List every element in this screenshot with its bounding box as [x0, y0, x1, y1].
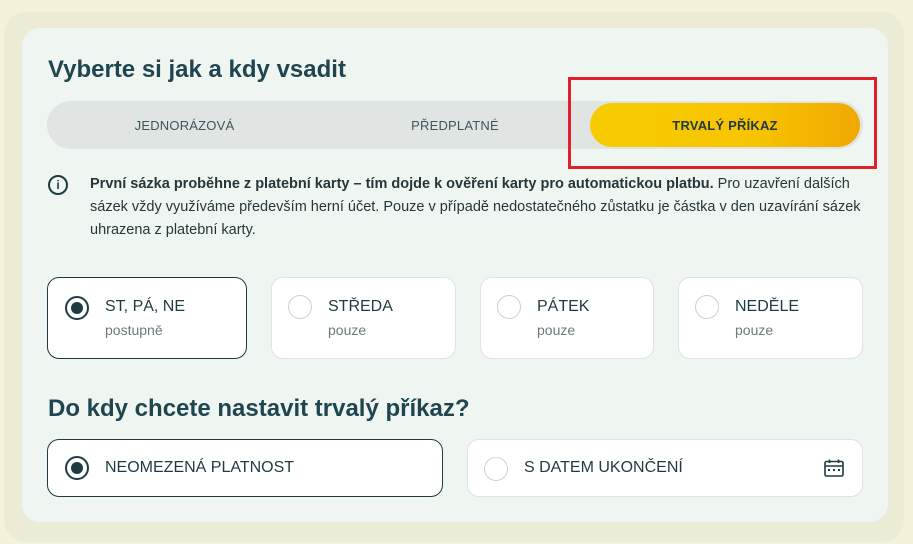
day-option-st-pa-ne[interactable]: ST, PÁ, NE postupně	[47, 277, 247, 359]
radio-unselected[interactable]	[695, 295, 719, 319]
tab-predplatne[interactable]: PŘEDPLATNÉ	[322, 101, 588, 149]
radio-unselected[interactable]	[484, 457, 508, 481]
validity-option-title: NEOMEZENÁ PLATNOST	[105, 459, 295, 476]
calendar-icon[interactable]	[824, 459, 844, 477]
day-option-nedele[interactable]: NEDĚLE pouze	[678, 277, 863, 359]
day-option-title: ST, PÁ, NE	[105, 298, 186, 315]
day-option-title: NEDĚLE	[735, 298, 800, 315]
highlight-box	[568, 77, 877, 169]
radio-selected[interactable]	[65, 456, 89, 480]
day-option-streda[interactable]: STŘEDA pouze	[271, 277, 456, 359]
page-title: Vyberte si jak a kdy vsadit	[48, 56, 346, 83]
info-icon: i	[48, 175, 68, 195]
day-option-sub: pouze	[328, 322, 367, 338]
day-option-title: STŘEDA	[328, 298, 393, 315]
day-option-patek[interactable]: PÁTEK pouze	[480, 277, 654, 359]
day-option-title: PÁTEK	[537, 298, 590, 315]
radio-unselected[interactable]	[288, 295, 312, 319]
validity-option-end-date[interactable]: S DATEM UKONČENÍ	[467, 439, 863, 497]
day-option-sub: pouze	[735, 322, 774, 338]
radio-unselected[interactable]	[497, 295, 521, 319]
info-text-bold: První sázka proběhne z platební karty – …	[90, 176, 714, 192]
radio-selected[interactable]	[65, 296, 89, 320]
validity-option-title: S DATEM UKONČENÍ	[524, 459, 683, 476]
validity-option-unlimited[interactable]: NEOMEZENÁ PLATNOST	[47, 439, 443, 497]
day-option-sub: pouze	[537, 322, 576, 338]
tab-jednorazova[interactable]: JEDNORÁZOVÁ	[47, 101, 322, 149]
day-option-sub: postupně	[105, 322, 163, 338]
section-title: Do kdy chcete nastavit trvalý příkaz?	[48, 395, 470, 422]
info-text: První sázka proběhne z platební karty – …	[90, 173, 865, 242]
